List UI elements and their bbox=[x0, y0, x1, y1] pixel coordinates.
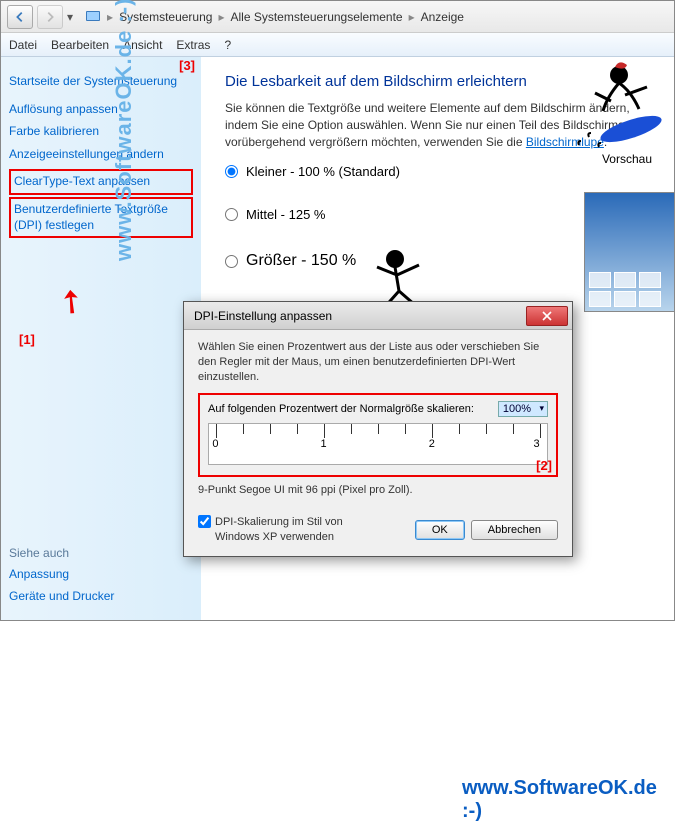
radio-input-smaller[interactable] bbox=[225, 165, 238, 178]
dialog-intro: Wählen Sie einen Prozentwert aus der Lis… bbox=[198, 340, 558, 385]
nav-back-button[interactable] bbox=[7, 5, 33, 29]
dpi-dialog: DPI-Einstellung anpassen Wählen Sie eine… bbox=[183, 301, 573, 557]
control-panel-icon bbox=[85, 9, 101, 25]
dpi-ruler[interactable]: 0 1 2 3 bbox=[208, 423, 548, 465]
scale-combobox[interactable]: 100% bbox=[498, 401, 548, 417]
arrow-left-icon bbox=[13, 10, 27, 24]
preview-thumbnail bbox=[584, 192, 674, 312]
nav-forward-button[interactable] bbox=[37, 5, 63, 29]
cancel-button[interactable]: Abbrechen bbox=[471, 520, 558, 540]
see-also-personalization[interactable]: Anpassung bbox=[9, 567, 193, 583]
annotation-box-dpi: Benutzerdefinierte Textgröße (DPI) festl… bbox=[9, 197, 193, 238]
xp-style-checkbox[interactable] bbox=[198, 515, 211, 528]
menu-file[interactable]: Datei bbox=[9, 38, 37, 52]
annotation-1: [1] bbox=[19, 332, 35, 347]
annotation-3: [3] bbox=[179, 58, 195, 73]
dialog-close-button[interactable] bbox=[526, 306, 568, 326]
radio-input-medium[interactable] bbox=[225, 208, 238, 221]
history-dropdown[interactable]: ▾ bbox=[67, 10, 73, 24]
crumb-item[interactable]: Anzeige bbox=[421, 10, 464, 24]
snowboarder-graphic bbox=[559, 57, 669, 152]
sidebar-home-link[interactable]: Startseite der Systemsteuerung bbox=[9, 74, 193, 90]
sidebar-link-custom-dpi[interactable]: Benutzerdefinierte Textgröße (DPI) festl… bbox=[14, 202, 188, 233]
annotation-2: [2] bbox=[536, 458, 552, 473]
radio-label: Kleiner - 100 % (Standard) bbox=[246, 164, 400, 179]
annotation-box-2: Auf folgenden Prozentwert der Normalgröß… bbox=[198, 393, 558, 477]
annotation-box-3: ClearType-Text anpassen [3] bbox=[9, 169, 193, 195]
checkbox-label: DPI-Skalierung im Stil von Windows XP ve… bbox=[215, 515, 358, 544]
xp-style-checkbox-row[interactable]: DPI-Skalierung im Stil von Windows XP ve… bbox=[198, 515, 358, 544]
see-also-devices[interactable]: Geräte und Drucker bbox=[9, 589, 193, 605]
menu-help[interactable]: ? bbox=[224, 38, 231, 52]
radio-input-larger[interactable] bbox=[225, 255, 238, 268]
watermark-vertical: www.SoftwareOK.de :-) bbox=[111, 0, 137, 261]
sidebar-link-display-settings[interactable]: Anzeigeeinstellungen ändern bbox=[9, 147, 193, 163]
radio-label: Größer - 150 % bbox=[246, 252, 356, 270]
sidebar: Startseite der Systemsteuerung Auflösung… bbox=[1, 57, 201, 620]
breadcrumb[interactable]: ▸ Systemsteuerung ▸ Alle Systemsteuerung… bbox=[77, 9, 668, 25]
watermark-dialog: www.SoftwareOK.de :-) bbox=[462, 777, 657, 823]
dpi-sample-text: 9-Punkt Segoe UI mit 96 ppi (Pixel pro Z… bbox=[198, 483, 558, 498]
sidebar-link-cleartype[interactable]: ClearType-Text anpassen bbox=[14, 174, 188, 190]
control-panel-window: ▾ ▸ Systemsteuerung ▸ Alle Systemsteueru… bbox=[0, 0, 675, 621]
arrow-right-icon bbox=[43, 10, 57, 24]
dialog-title: DPI-Einstellung anpassen bbox=[194, 309, 332, 323]
see-also-heading: Siehe auch bbox=[9, 546, 193, 560]
dialog-titlebar[interactable]: DPI-Einstellung anpassen bbox=[184, 302, 572, 330]
radio-label: Mittel - 125 % bbox=[246, 207, 325, 222]
scale-label: Auf folgenden Prozentwert der Normalgröß… bbox=[208, 403, 474, 415]
menu-edit[interactable]: Bearbeiten bbox=[51, 38, 109, 52]
ok-button[interactable]: OK bbox=[415, 520, 465, 540]
radio-smaller[interactable]: Kleiner - 100 % (Standard) bbox=[225, 164, 658, 179]
preview-label: Vorschau bbox=[602, 152, 652, 166]
close-icon bbox=[542, 311, 552, 321]
menu-extras[interactable]: Extras bbox=[176, 38, 210, 52]
sidebar-link-resolution[interactable]: Auflösung anpassen bbox=[9, 102, 193, 118]
annotation-arrow: ➚ bbox=[47, 279, 93, 324]
menubar: Datei Bearbeiten Ansicht Extras ? bbox=[1, 33, 674, 57]
titlebar: ▾ ▸ Systemsteuerung ▸ Alle Systemsteueru… bbox=[1, 1, 674, 33]
sidebar-link-calibrate[interactable]: Farbe kalibrieren bbox=[9, 124, 193, 140]
crumb-item[interactable]: Alle Systemsteuerungselemente bbox=[230, 10, 402, 24]
